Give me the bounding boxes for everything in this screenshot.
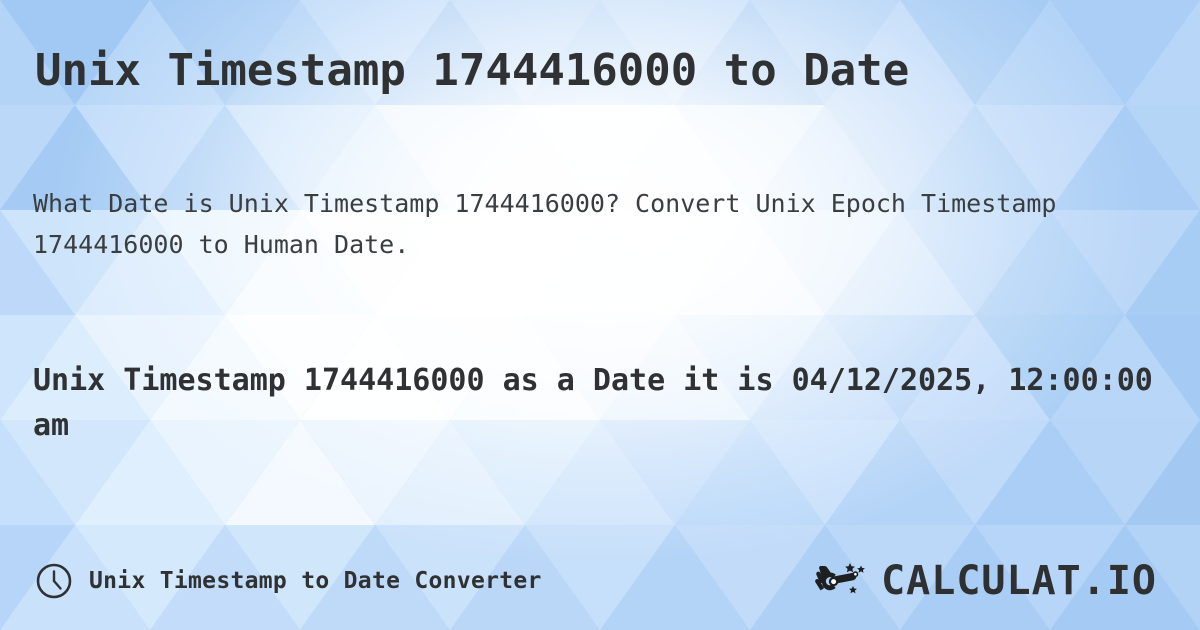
magic-wand-icon	[815, 563, 865, 594]
brand-text: CALCULAT.IO	[881, 558, 1157, 604]
page-title: Unix Timestamp 1744416000 to Date	[35, 45, 910, 96]
footer-label: Unix Timestamp to Date Converter	[89, 568, 542, 594]
page-description: What Date is Unix Timestamp 1744416000? …	[33, 189, 1057, 259]
og-image-card: Unix Timestamp 1744416000 to Date What D…	[0, 0, 1200, 630]
footer-left-group: Unix Timestamp to Date Converter	[35, 562, 542, 600]
footer: Unix Timestamp to Date Converter CALCULA…	[0, 556, 1200, 606]
content-area: Unix Timestamp 1744416000 to Date What D…	[0, 0, 1200, 630]
conversion-result: Unix Timestamp 1744416000 as a Date it i…	[33, 363, 1153, 443]
clock-icon	[36, 563, 72, 599]
brand-logo[interactable]: CALCULAT.IO	[814, 560, 1157, 602]
